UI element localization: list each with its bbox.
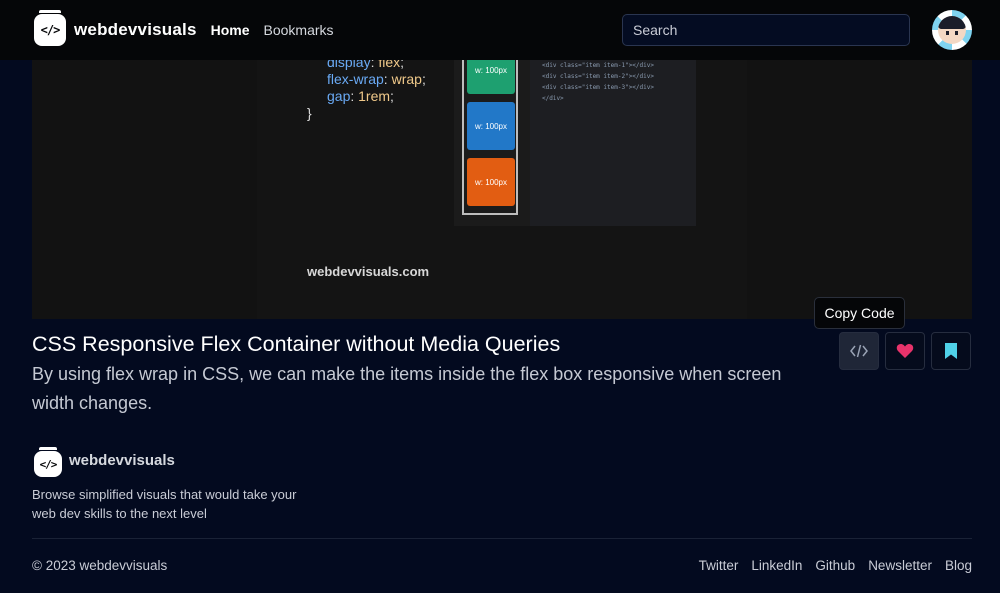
footer-link-blog[interactable]: Blog <box>945 558 972 573</box>
brand-name[interactable]: webdevvisuals <box>74 20 197 40</box>
footer-links: Twitter LinkedIn Github Newsletter Blog <box>699 558 972 573</box>
post-title: CSS Responsive Flex Container without Me… <box>32 332 561 356</box>
post-description: By using flex wrap in CSS, we can make t… <box>32 364 782 413</box>
copy-code-button[interactable] <box>839 332 879 370</box>
footer-link-linkedin[interactable]: LinkedIn <box>751 558 802 573</box>
search-input[interactable] <box>622 14 910 46</box>
copyright: © 2023 webdevvisuals <box>32 558 168 573</box>
copy-code-tooltip: Copy Code <box>814 297 905 329</box>
code-icon <box>850 344 868 358</box>
footer-brand[interactable]: webdevvisuals <box>69 452 175 469</box>
post-preview-image: display: flex; flex-wrap: wrap; gap: 1re… <box>32 60 972 319</box>
css-code-snippet: display: flex; flex-wrap: wrap; gap: 1re… <box>307 60 426 121</box>
flex-item-3: w: 100px <box>467 158 515 206</box>
footer-link-github[interactable]: Github <box>815 558 855 573</box>
flex-demo: w: 100px w: 100px w: 100px <box>454 60 530 226</box>
navbar: </> webdevvisuals Home Bookmarks <box>0 0 1000 60</box>
footer-logo-icon[interactable]: </> <box>34 447 62 477</box>
avatar[interactable] <box>932 10 972 50</box>
heart-icon <box>896 344 914 358</box>
footer-link-twitter[interactable]: Twitter <box>699 558 739 573</box>
bookmark-icon <box>945 343 957 359</box>
footer-divider <box>32 538 972 539</box>
footer-link-newsletter[interactable]: Newsletter <box>868 558 932 573</box>
nav-link-home[interactable]: Home <box>211 22 250 38</box>
html-code-panel: <div class="item item-1"></div> <div cla… <box>530 60 696 226</box>
flex-item-1: w: 100px <box>467 60 515 94</box>
nav-link-bookmarks[interactable]: Bookmarks <box>264 22 334 38</box>
footer-tagline: Browse simplified visuals that would tak… <box>32 487 297 521</box>
bookmark-button[interactable] <box>931 332 971 370</box>
image-watermark: webdevvisuals.com <box>307 264 430 279</box>
like-button[interactable] <box>885 332 925 370</box>
logo-icon[interactable]: </> <box>34 10 66 46</box>
flex-item-2: w: 100px <box>467 102 515 150</box>
